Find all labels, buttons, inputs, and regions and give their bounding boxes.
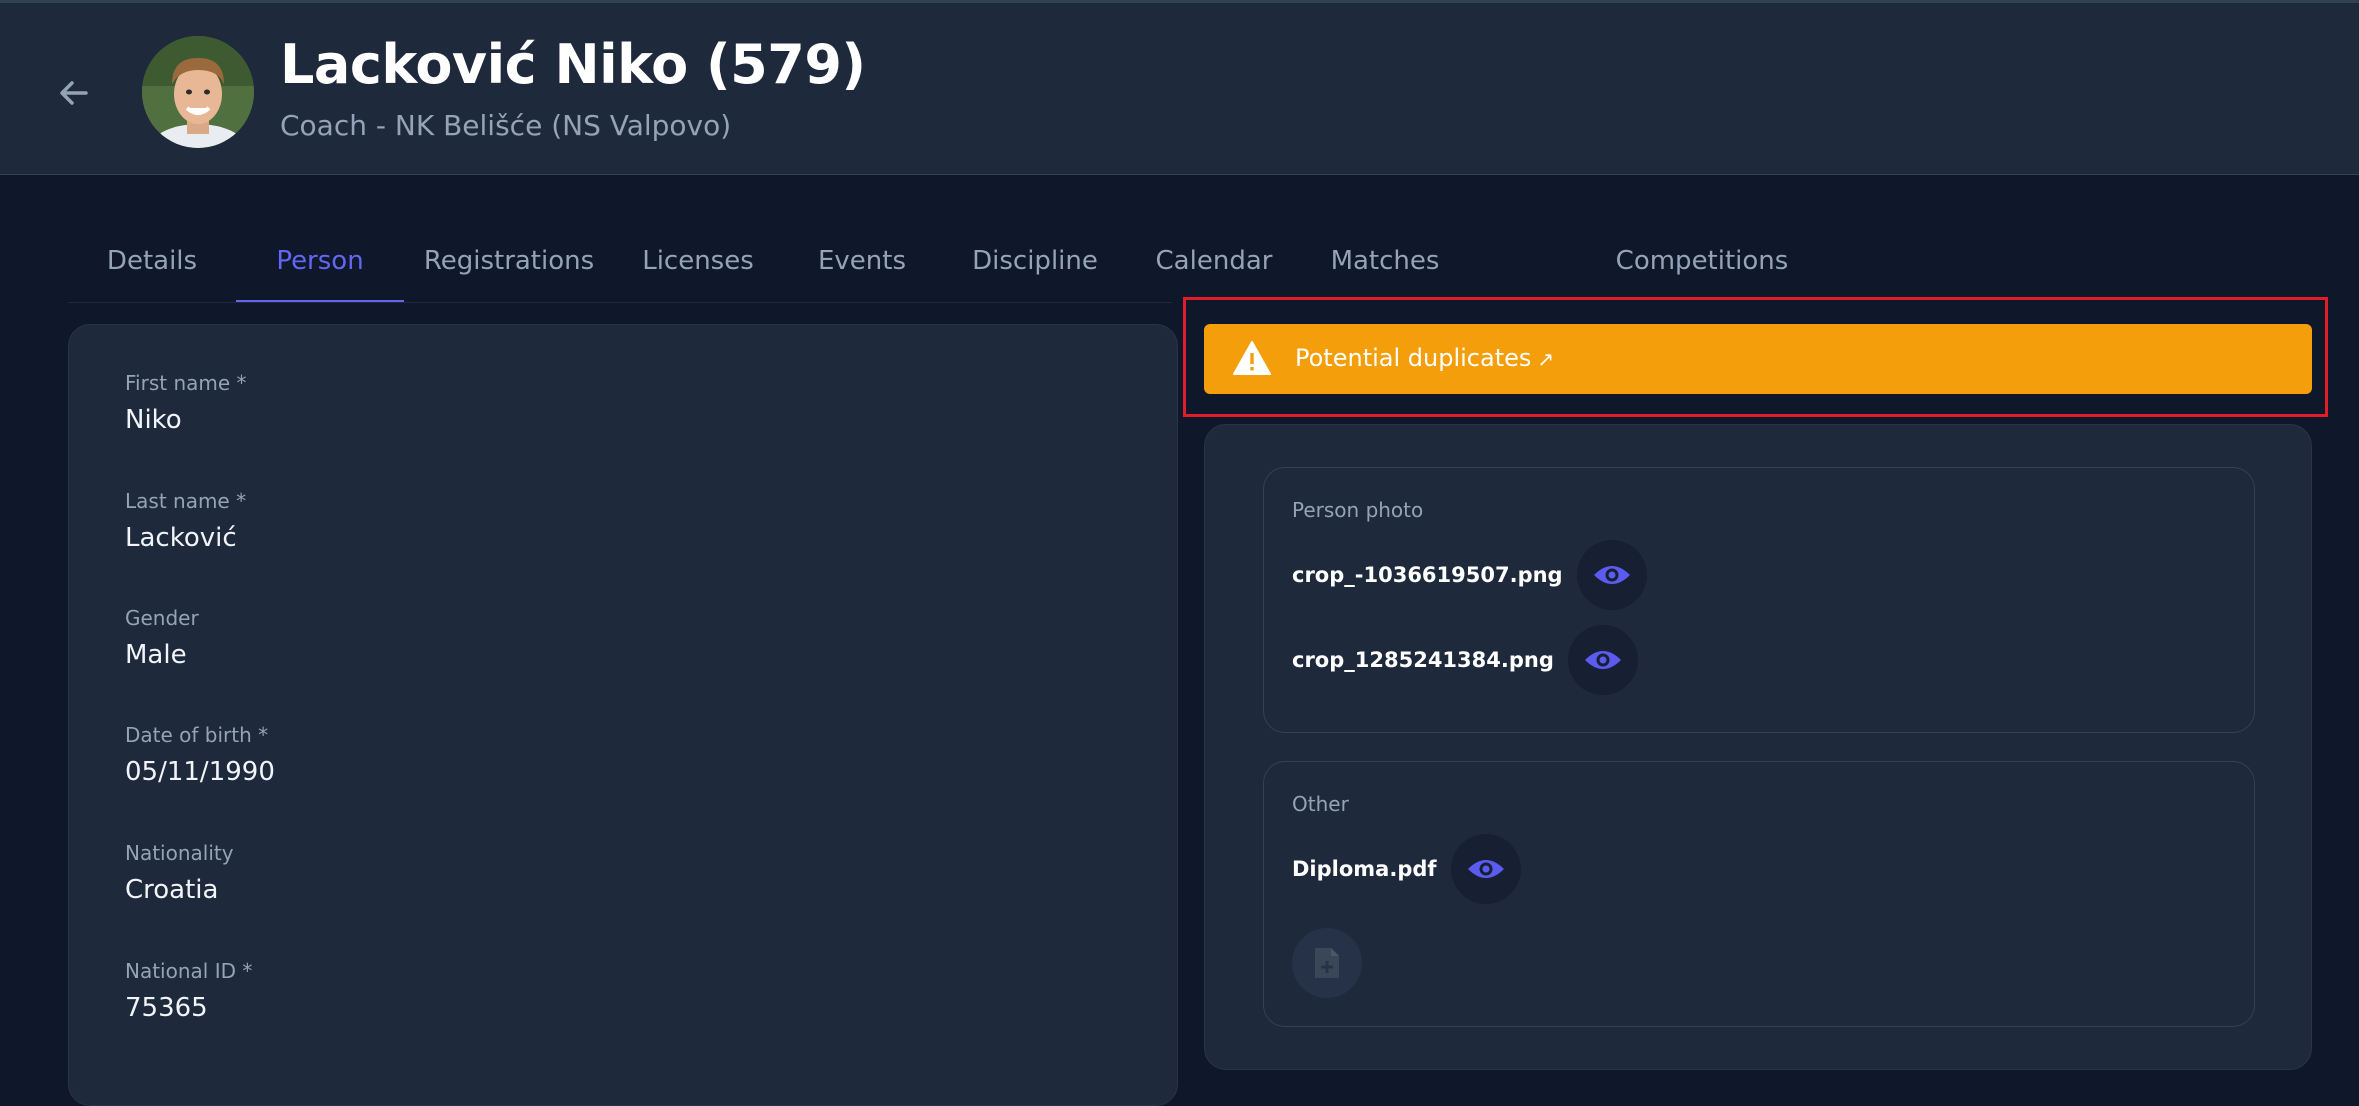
field-label: First name * (125, 371, 247, 395)
add-file-button[interactable] (1292, 928, 1362, 998)
national-id-field: National ID * 75365 (125, 959, 252, 1023)
eye-icon (1467, 860, 1504, 878)
tab-competitions[interactable]: Competitions (1602, 222, 1802, 300)
page-subtitle: Coach - NK Belišće (NS Valpovo) (280, 109, 732, 142)
field-label: National ID * (125, 959, 253, 983)
field-value: 75365 (125, 993, 208, 1023)
tab-matches[interactable]: Matches (1300, 222, 1470, 300)
view-file-button[interactable] (1567, 625, 1638, 695)
field-label: Gender (125, 606, 199, 630)
section-title: Person photo (1292, 498, 1424, 522)
page-header: Lacković Niko (579) Coach - NK Belišće (… (0, 3, 2359, 175)
person-photo-section: Person photo crop_-1036619507.png crop_1… (1263, 467, 2255, 733)
tab-licenses[interactable]: Licenses (614, 222, 782, 300)
page-title: Lacković Niko (579) (280, 33, 866, 96)
tab-events[interactable]: Events (782, 222, 942, 300)
nationality-field: Nationality Croatia (125, 841, 234, 905)
eye-icon (1593, 566, 1630, 584)
avatar (142, 36, 254, 148)
tab-registrations[interactable]: Registrations (404, 222, 614, 300)
arrow-left-icon (60, 81, 88, 105)
gender-field: Gender Male (125, 606, 199, 670)
tab-calendar[interactable]: Calendar (1128, 222, 1300, 300)
last-name-field: Last name * Lacković (125, 489, 246, 553)
field-value: Male (125, 640, 187, 670)
file-row: Diploma.pdf (1292, 834, 1521, 904)
field-value: Lacković (125, 523, 237, 553)
potential-duplicates-button[interactable]: Potential duplicates ↗ (1204, 324, 2312, 394)
eye-icon (1584, 651, 1621, 669)
file-link[interactable]: Diploma.pdf (1292, 857, 1437, 881)
file-add-icon (1315, 948, 1339, 978)
field-value: Croatia (125, 875, 219, 905)
field-value: 05/11/1990 (125, 757, 275, 787)
field-label: Date of birth * (125, 723, 269, 747)
warning-icon (1233, 341, 1271, 375)
field-label: Last name * (125, 489, 247, 513)
documents-card: Person photo crop_-1036619507.png crop_1… (1204, 424, 2312, 1070)
file-row: crop_1285241384.png (1292, 625, 1638, 695)
tab-person[interactable]: Person (236, 222, 404, 302)
field-value: Niko (125, 405, 182, 435)
external-link-icon: ↗ (1537, 347, 1555, 371)
date-of-birth-field: Date of birth * 05/11/1990 (125, 723, 275, 787)
file-row: crop_-1036619507.png (1292, 540, 1647, 610)
person-details-card: First name * Niko Last name * Lacković G… (68, 324, 1178, 1106)
back-button[interactable] (54, 73, 94, 113)
view-file-button[interactable] (1576, 540, 1647, 610)
file-link[interactable]: crop_-1036619507.png (1292, 563, 1563, 587)
section-title: Other (1292, 792, 1349, 816)
file-link[interactable]: crop_1285241384.png (1292, 648, 1554, 672)
tab-discipline[interactable]: Discipline (942, 222, 1128, 300)
tab-details[interactable]: Details (68, 222, 236, 300)
first-name-field: First name * Niko (125, 371, 247, 435)
other-documents-section: Other Diploma.pdf (1263, 761, 2255, 1027)
tab-bar: Details Person Registrations Licenses Ev… (68, 222, 1439, 303)
field-label: Nationality (125, 841, 234, 865)
view-file-button[interactable] (1450, 834, 1521, 904)
potential-duplicates-label: Potential duplicates (1295, 344, 1532, 372)
